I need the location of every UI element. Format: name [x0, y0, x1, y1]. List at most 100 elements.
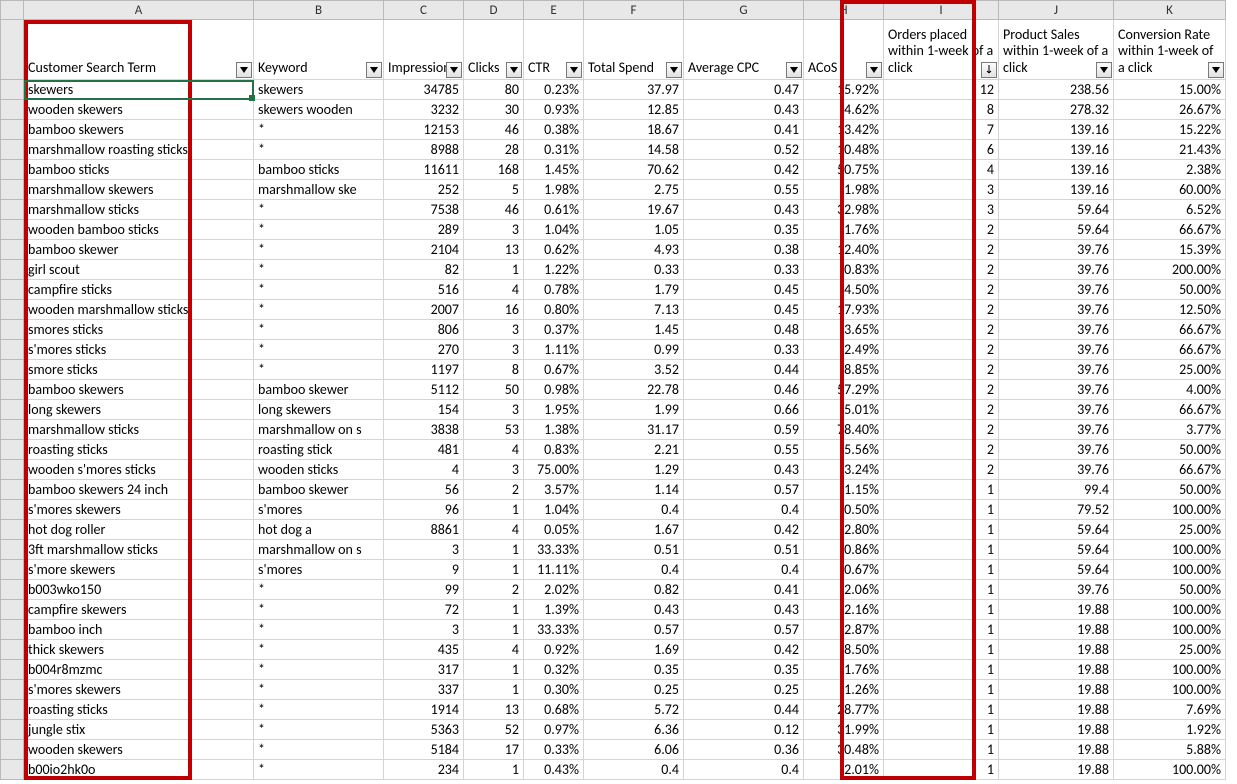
cell[interactable]: 0.98%	[524, 380, 584, 400]
cell[interactable]: 0.83%	[804, 260, 884, 280]
cell[interactable]: *	[254, 700, 384, 720]
cell[interactable]: marshmallow ske	[254, 180, 384, 200]
row-header[interactable]	[0, 460, 24, 480]
cell[interactable]: 4	[464, 520, 524, 540]
cell[interactable]: 2.02%	[524, 580, 584, 600]
cell[interactable]: 0.25	[584, 680, 684, 700]
cell[interactable]: 252	[384, 180, 464, 200]
cell[interactable]: 78.40%	[804, 420, 884, 440]
cell[interactable]: 1	[464, 620, 524, 640]
filter-sort-button[interactable]	[981, 62, 997, 78]
cell[interactable]: 6.36	[584, 720, 684, 740]
cell[interactable]: 7	[884, 120, 999, 140]
cell[interactable]: 3.52	[584, 360, 684, 380]
cell[interactable]: 25.00%	[1114, 640, 1226, 660]
cell[interactable]: 2	[884, 440, 999, 460]
cell[interactable]: 100.00%	[1114, 600, 1226, 620]
cell[interactable]: 0.51	[684, 540, 804, 560]
table-header-cell[interactable]: Product Sales within 1-week of a click	[999, 20, 1114, 80]
cell[interactable]: *	[254, 320, 384, 340]
cell[interactable]: 59.64	[999, 520, 1114, 540]
cell[interactable]: bamboo skewers 24 inch	[24, 480, 254, 500]
cell[interactable]: marshmallow sticks	[24, 420, 254, 440]
cell[interactable]: *	[254, 660, 384, 680]
cell[interactable]: 0.43	[584, 600, 684, 620]
column-header[interactable]: J	[999, 0, 1114, 20]
row-header[interactable]	[0, 300, 24, 320]
cell[interactable]: 17.93%	[804, 300, 884, 320]
cell[interactable]: 1914	[384, 700, 464, 720]
cell[interactable]: smore sticks	[24, 360, 254, 380]
cell[interactable]: 1	[884, 600, 999, 620]
cell[interactable]: b004r8mzmc	[24, 660, 254, 680]
cell[interactable]: 1	[884, 680, 999, 700]
cell[interactable]: 2.21	[584, 440, 684, 460]
cell[interactable]: 1.26%	[804, 680, 884, 700]
cell[interactable]: 100.00%	[1114, 760, 1226, 780]
cell[interactable]: 66.67%	[1114, 320, 1226, 340]
cell[interactable]: 1.98%	[524, 180, 584, 200]
cell[interactable]: 28.77%	[804, 700, 884, 720]
cell[interactable]: *	[254, 140, 384, 160]
cell[interactable]: 0.4	[584, 760, 684, 780]
cell[interactable]: 0.67%	[524, 360, 584, 380]
cell[interactable]: roasting stick	[254, 440, 384, 460]
cell[interactable]: 1.67	[584, 520, 684, 540]
table-header-cell[interactable]: Impressions	[384, 20, 464, 80]
table-header-cell[interactable]: Conversion Rate within 1-week of a click	[1114, 20, 1226, 80]
cell[interactable]: 100.00%	[1114, 620, 1226, 640]
cell[interactable]: *	[254, 340, 384, 360]
row-header[interactable]	[0, 500, 24, 520]
cell[interactable]: 5.56%	[804, 440, 884, 460]
cell[interactable]: 139.16	[999, 180, 1114, 200]
cell[interactable]: 5.01%	[804, 400, 884, 420]
cell[interactable]: 96	[384, 500, 464, 520]
cell[interactable]: 2.87%	[804, 620, 884, 640]
cell[interactable]: 2.75	[584, 180, 684, 200]
cell[interactable]: 0.59	[684, 420, 804, 440]
cell[interactable]: 2	[884, 300, 999, 320]
cell[interactable]: 50.00%	[1114, 580, 1226, 600]
cell[interactable]: 100.00%	[1114, 560, 1226, 580]
cell[interactable]: skewers	[254, 80, 384, 100]
cell[interactable]: 28	[464, 140, 524, 160]
cell[interactable]: 19.88	[999, 720, 1114, 740]
cell[interactable]: 2.49%	[804, 340, 884, 360]
cell[interactable]: 1	[884, 560, 999, 580]
row-header[interactable]	[0, 340, 24, 360]
cell[interactable]: 12.85	[584, 100, 684, 120]
cell[interactable]: hot dog a	[254, 520, 384, 540]
cell[interactable]: 0.4	[684, 500, 804, 520]
cell[interactable]: 0.31%	[524, 140, 584, 160]
cell[interactable]: 2	[464, 580, 524, 600]
cell[interactable]: bamboo skewers	[24, 120, 254, 140]
cell[interactable]: 2	[884, 400, 999, 420]
column-header[interactable]	[0, 0, 24, 20]
cell[interactable]: 13.42%	[804, 120, 884, 140]
filter-dropdown-button[interactable]	[1208, 62, 1224, 78]
cell[interactable]: 3	[464, 340, 524, 360]
cell[interactable]: *	[254, 720, 384, 740]
cell[interactable]: jungle stix	[24, 720, 254, 740]
cell[interactable]: 33.33%	[524, 540, 584, 560]
cell[interactable]: wooden skewers	[24, 100, 254, 120]
cell[interactable]: 8	[464, 360, 524, 380]
filter-dropdown-button[interactable]	[566, 62, 582, 78]
cell[interactable]: b00io2hk0o	[24, 760, 254, 780]
cell[interactable]: 5.88%	[1114, 740, 1226, 760]
cell[interactable]: marshmallow roasting sticks	[24, 140, 254, 160]
cell[interactable]: 1.22%	[524, 260, 584, 280]
cell[interactable]: *	[254, 200, 384, 220]
cell[interactable]: 435	[384, 640, 464, 660]
cell[interactable]: 3	[464, 220, 524, 240]
cell[interactable]: 32.98%	[804, 200, 884, 220]
row-header[interactable]	[0, 140, 24, 160]
cell[interactable]: 1	[464, 660, 524, 680]
row-header[interactable]	[0, 80, 24, 100]
cell[interactable]: roasting sticks	[24, 440, 254, 460]
cell[interactable]: 50	[464, 380, 524, 400]
cell[interactable]: 25.00%	[1114, 360, 1226, 380]
cell[interactable]: 4.62%	[804, 100, 884, 120]
cell[interactable]: 100.00%	[1114, 540, 1226, 560]
cell[interactable]: wooden marshmallow sticks	[24, 300, 254, 320]
